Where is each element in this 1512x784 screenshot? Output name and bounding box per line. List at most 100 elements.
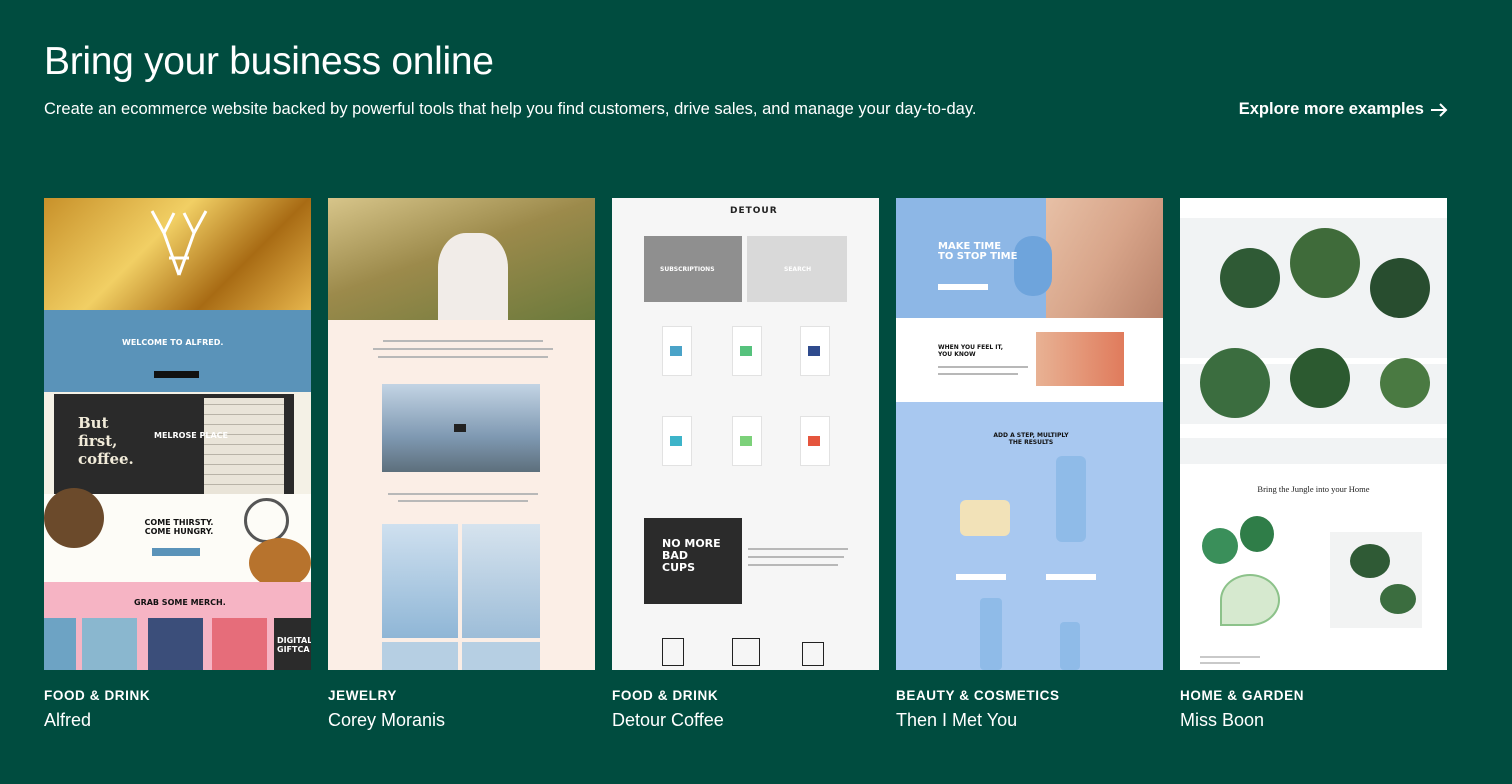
text-line — [378, 356, 548, 358]
plant — [1290, 348, 1350, 408]
plant — [1290, 228, 1360, 298]
pastry-image — [249, 538, 311, 588]
view-menu-button — [152, 548, 200, 556]
location-text: MELROSE PLACE — [154, 431, 228, 440]
text-line — [398, 500, 528, 502]
play-icon — [454, 424, 466, 432]
add-to-cart-button — [1046, 574, 1096, 580]
detour-coffee-thumbnail[interactable]: DETOUR SUBSCRIPTIONS SEARCH NO MORE BAD … — [612, 198, 879, 670]
antler-logo-icon — [150, 210, 208, 276]
merch-item-2 — [82, 618, 137, 670]
feel-text: WHEN YOU FEEL IT, YOU KNOW — [938, 344, 1003, 358]
example-category: HOME & GARDEN — [1180, 688, 1305, 703]
subscriptions-text: SUBSCRIPTIONS — [660, 266, 715, 273]
miss-boon-thumbnail[interactable]: Bring the Jungle into your Home — [1180, 198, 1447, 670]
balm-jar — [960, 500, 1010, 536]
tagline-text: Bring the Jungle into your Home — [1257, 484, 1370, 494]
bag-label — [740, 346, 752, 356]
example-card-miss-boon: Bring the Jungle into your Home HOME & G… — [1180, 198, 1447, 731]
example-card-alfred: WELCOME TO ALFRED. But first, coffee. ME… — [44, 198, 311, 731]
example-name[interactable]: Then I Met You — [896, 710, 1163, 731]
model-figure — [438, 233, 508, 320]
example-card-corey-moranis: JEWELRY Corey Moranis — [328, 198, 595, 731]
brand-logo: DETOUR — [730, 206, 778, 216]
explore-label: Explore more examples — [1238, 100, 1424, 118]
examples-grid: WELCOME TO ALFRED. But first, coffee. ME… — [44, 198, 1447, 731]
example-category: JEWELRY — [328, 688, 397, 703]
illustration-bag — [662, 638, 684, 666]
text-line — [748, 556, 844, 558]
example-name[interactable]: Alfred — [44, 710, 311, 731]
photo-right — [462, 524, 540, 638]
example-category: BEAUTY & COSMETICS — [896, 688, 1060, 703]
leaf — [1220, 574, 1280, 626]
plant — [1380, 584, 1416, 614]
text-line — [748, 548, 848, 550]
shop-button — [938, 284, 988, 290]
faces-image — [1036, 332, 1124, 386]
text-line — [373, 348, 553, 350]
gel-tube — [1056, 456, 1086, 542]
merch-item-3 — [148, 618, 203, 670]
bottle-tall — [980, 598, 1002, 670]
illustration-dripper — [802, 642, 824, 666]
alfred-thumbnail[interactable]: WELCOME TO ALFRED. But first, coffee. ME… — [44, 198, 311, 670]
plant — [1200, 348, 1270, 418]
welcome-banner — [44, 310, 311, 392]
product-bottle — [1014, 236, 1052, 296]
page-title: Bring your business online — [44, 40, 494, 83]
tile-wall — [204, 398, 284, 494]
then-i-met-you-thumbnail[interactable]: MAKE TIME TO STOP TIME WHEN YOU FEEL IT,… — [896, 198, 1163, 670]
photo-left — [382, 524, 458, 638]
plant — [1220, 248, 1280, 308]
badge-logo — [244, 498, 289, 543]
example-category: FOOD & DRINK — [44, 688, 151, 703]
example-name[interactable]: Corey Moranis — [328, 710, 595, 731]
leaf — [1240, 516, 1274, 552]
tagline-text: COME THIRSTY. COME HUNGRY. — [144, 518, 214, 536]
text-line — [383, 340, 543, 342]
text-line — [938, 366, 1028, 368]
arrow-right-icon — [1431, 102, 1448, 117]
text-line — [1200, 656, 1260, 658]
latte-image — [44, 488, 104, 548]
example-card-detour-coffee: DETOUR SUBSCRIPTIONS SEARCH NO MORE BAD … — [612, 198, 879, 731]
merch-item-4 — [212, 618, 267, 670]
photo-bottom-right — [462, 642, 540, 670]
example-card-then-i-met-you: MAKE TIME TO STOP TIME WHEN YOU FEEL IT,… — [896, 198, 1163, 731]
cups-text: NO MORE BAD CUPS — [662, 537, 721, 574]
corey-moranis-thumbnail[interactable] — [328, 198, 595, 670]
illustration-kettle — [732, 638, 760, 666]
explore-more-examples-link[interactable]: Explore more examples — [1239, 100, 1448, 119]
text-line — [1200, 662, 1240, 664]
plant — [1350, 544, 1390, 578]
plant — [1370, 258, 1430, 318]
hero-text: MAKE TIME TO STOP TIME — [938, 241, 1018, 262]
bag-label — [670, 436, 682, 446]
plant — [1380, 358, 1430, 408]
sign-text: But first, coffee. — [78, 414, 134, 468]
text-line — [938, 373, 1018, 375]
page-subtitle: Create an ecommerce website backed by po… — [44, 100, 977, 118]
example-name[interactable]: Miss Boon — [1180, 710, 1447, 731]
merch-text: GRAB SOME MERCH. — [134, 598, 226, 607]
step-text: ADD A STEP, MULTIPLY THE RESULTS — [993, 432, 1069, 446]
text-line — [388, 493, 538, 495]
our-story-button — [154, 371, 199, 378]
search-text: SEARCH — [784, 266, 812, 273]
leaf — [1202, 528, 1238, 564]
hero-face — [1046, 198, 1163, 318]
example-name[interactable]: Detour Coffee — [612, 710, 879, 731]
bottle-short — [1060, 622, 1080, 670]
shelf — [1180, 424, 1447, 438]
text-line — [748, 564, 838, 566]
bag-label — [740, 436, 752, 446]
welcome-text: WELCOME TO ALFRED. — [122, 338, 224, 347]
merch-item-1 — [44, 618, 76, 670]
example-category: FOOD & DRINK — [612, 688, 719, 703]
bag-label — [808, 436, 820, 446]
gift-text: DIGITAL GIFTCA — [277, 636, 311, 654]
add-to-cart-button — [956, 574, 1006, 580]
photo-bottom-left — [382, 642, 458, 670]
bag-label — [670, 346, 682, 356]
